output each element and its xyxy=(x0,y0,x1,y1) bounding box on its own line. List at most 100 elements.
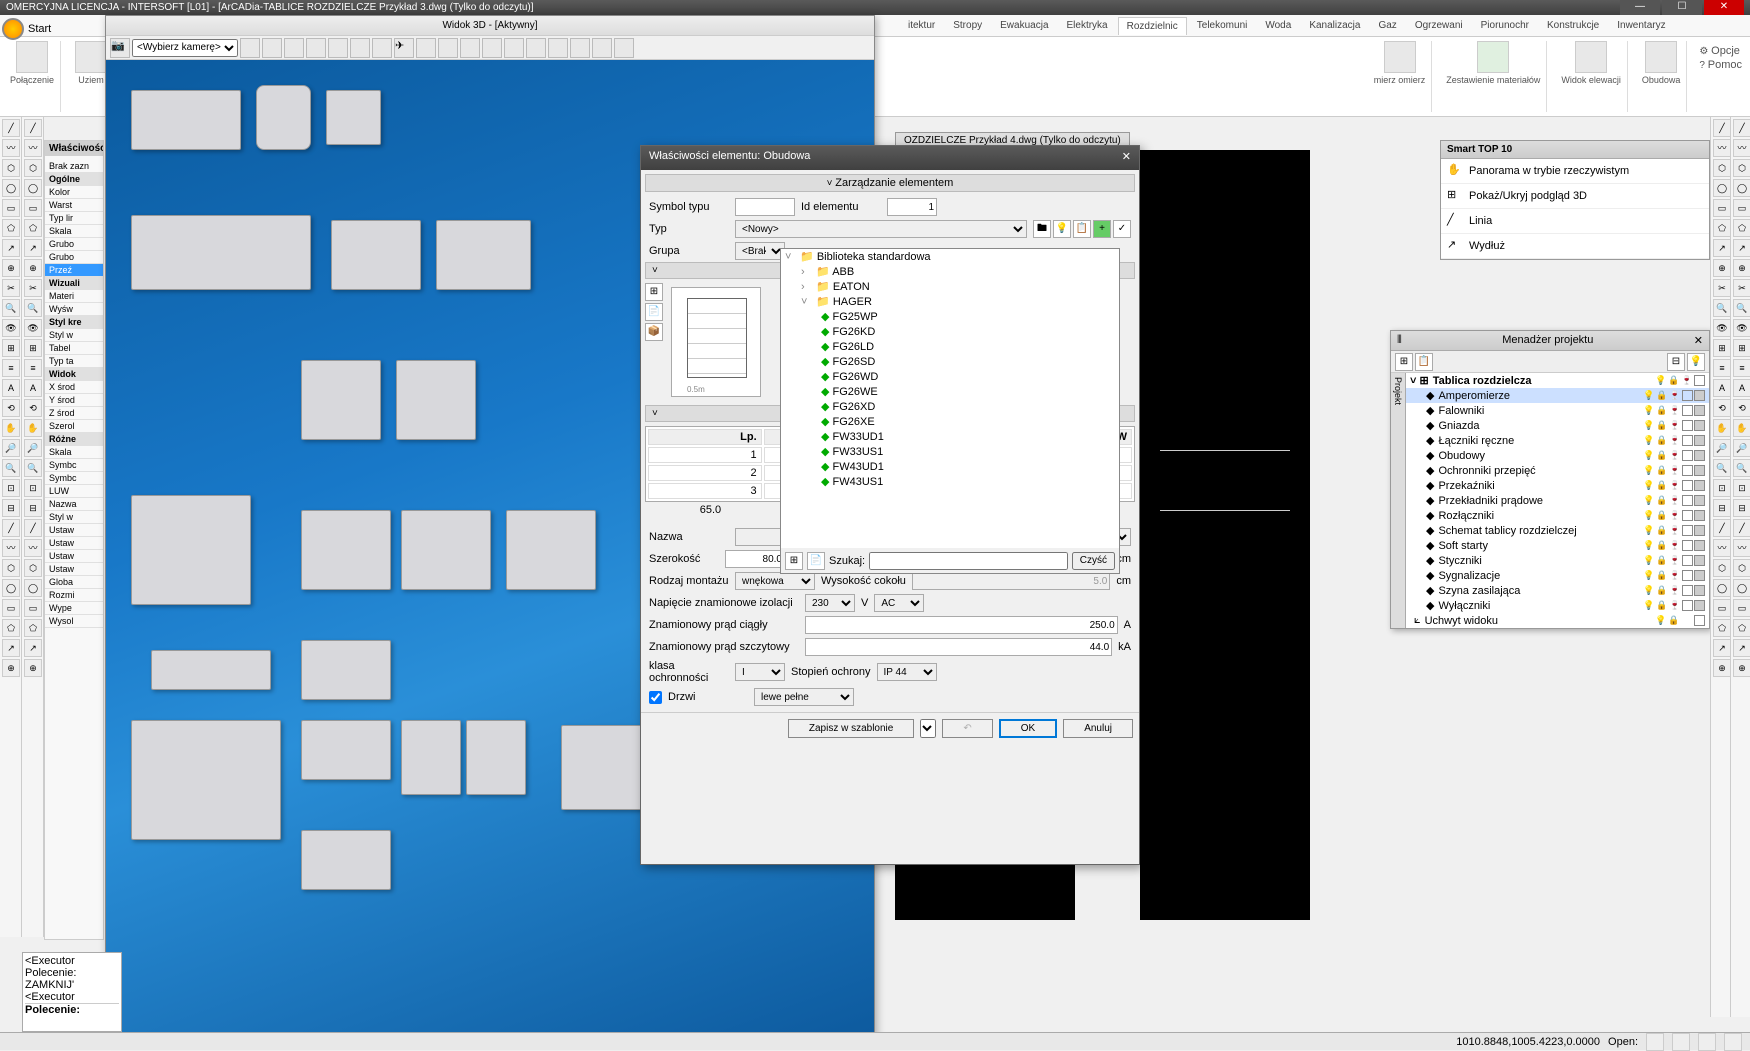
toolbar-tool-icon[interactable]: ╱ xyxy=(1733,119,1750,137)
typ-select[interactable]: <Nowy> xyxy=(735,220,1027,238)
pm-tree-item[interactable]: ◆Przekaźniki💡🔒🍷 xyxy=(1406,478,1709,493)
smart-item[interactable]: ╱Linia xyxy=(1441,209,1709,234)
ribbon-tab[interactable]: itektur xyxy=(900,17,943,34)
view3d-tool-icon[interactable]: ✈ xyxy=(394,38,414,58)
widok-elewacji-icon[interactable] xyxy=(1575,41,1607,73)
tree-item[interactable]: ◆ FG26WD xyxy=(781,369,1119,384)
toolbar-tool-icon[interactable]: 👁 xyxy=(1713,319,1731,337)
toolbar-tool-icon[interactable]: ◯ xyxy=(2,179,20,197)
toolbar-tool-icon[interactable]: ↗ xyxy=(1713,639,1731,657)
drzwi-checkbox[interactable] xyxy=(649,691,662,704)
tree-item[interactable]: ◆ FG25WP xyxy=(781,309,1119,324)
toolbar-tool-icon[interactable]: 〰 xyxy=(2,139,20,157)
toolbar-tool-icon[interactable]: 〰 xyxy=(24,139,42,157)
toolbar-tool-icon[interactable]: ▭ xyxy=(2,599,20,617)
tree-item[interactable]: ◆ FG26LD xyxy=(781,339,1119,354)
pm-tree-item[interactable]: ◆Sygnalizacje💡🔒🍷 xyxy=(1406,568,1709,583)
toolbar-tool-icon[interactable]: ▭ xyxy=(2,199,20,217)
drzwi-select[interactable]: lewe pełne xyxy=(754,688,854,706)
toolbar-tool-icon[interactable]: ⬡ xyxy=(1733,559,1750,577)
toolbar-tool-icon[interactable]: ⬡ xyxy=(24,159,42,177)
toolbar-tool-icon[interactable]: A xyxy=(24,379,42,397)
toolbar-tool-icon[interactable]: ⬠ xyxy=(1733,219,1750,237)
drawing-canvas-2[interactable] xyxy=(1140,150,1310,920)
toolbar-tool-icon[interactable]: 🔍 xyxy=(24,299,42,317)
toolbar-tool-icon[interactable]: ⊞ xyxy=(2,339,20,357)
props-row[interactable]: Ustaw xyxy=(45,550,103,563)
zestawienie-icon[interactable] xyxy=(1477,41,1509,73)
pm-close-icon[interactable]: ✕ xyxy=(1694,334,1703,347)
status-tool-icon[interactable] xyxy=(1698,1033,1716,1051)
toolbar-tool-icon[interactable]: ⟲ xyxy=(1733,399,1750,417)
toolbar-tool-icon[interactable]: ✋ xyxy=(1713,419,1731,437)
pm-tool-icon[interactable]: 📋 xyxy=(1415,353,1433,371)
tree-item[interactable]: ◆ FG26XE xyxy=(781,414,1119,429)
toolbar-tool-icon[interactable]: ⊕ xyxy=(2,259,20,277)
view3d-tool-icon[interactable] xyxy=(328,38,348,58)
ribbon-tab[interactable]: Stropy xyxy=(945,17,990,34)
dialog-section-header[interactable]: ˅ Zarządzanie elementem xyxy=(645,174,1135,192)
view3d-tool-icon[interactable] xyxy=(482,38,502,58)
toolbar-tool-icon[interactable]: ⊕ xyxy=(24,659,42,677)
toolbar-tool-icon[interactable]: ✂ xyxy=(1733,279,1750,297)
toolbar-tool-icon[interactable]: A xyxy=(1733,379,1750,397)
toolbar-tool-icon[interactable]: ✂ xyxy=(24,279,42,297)
toolbar-tool-icon[interactable]: ▭ xyxy=(1733,599,1750,617)
toolbar-tool-icon[interactable]: ⬠ xyxy=(1713,619,1731,637)
pm-tree-item[interactable]: ◆Obudowy💡🔒🍷 xyxy=(1406,448,1709,463)
pm-tree-item[interactable]: ◆Styczniki💡🔒🍷 xyxy=(1406,553,1709,568)
toolbar-tool-icon[interactable]: ▭ xyxy=(24,599,42,617)
toolbar-tool-icon[interactable]: ▭ xyxy=(1713,599,1731,617)
props-row[interactable]: Globa xyxy=(45,576,103,589)
toolbar-tool-icon[interactable]: 🔍 xyxy=(1733,459,1750,477)
toolbar-tool-icon[interactable]: ✋ xyxy=(2,419,20,437)
toolbar-tool-icon[interactable]: ⬡ xyxy=(2,159,20,177)
toolbar-tool-icon[interactable]: 🔍 xyxy=(24,459,42,477)
toolbar-tool-icon[interactable]: 〰 xyxy=(1733,139,1750,157)
library-tree[interactable]: ˅ 📁 Biblioteka standardowa › 📁 ABB › 📁 E… xyxy=(780,248,1120,558)
props-row[interactable]: Ustaw xyxy=(45,537,103,550)
toolbar-tool-icon[interactable]: ⊕ xyxy=(1713,659,1731,677)
toolbar-tool-icon[interactable]: ⊟ xyxy=(1713,499,1731,517)
camera-select[interactable]: <Wybierz kamerę> xyxy=(132,39,238,57)
props-row[interactable]: Kolor xyxy=(45,186,103,199)
toolbar-tool-icon[interactable]: ⬡ xyxy=(2,559,20,577)
status-tool-icon[interactable] xyxy=(1724,1033,1742,1051)
toolbar-tool-icon[interactable]: ↗ xyxy=(24,239,42,257)
pm-uchwyt-row[interactable]: ⟀Uchwyt widoku 💡🔒 xyxy=(1406,613,1709,628)
toolbar-tool-icon[interactable]: ╱ xyxy=(24,519,42,537)
toolbar-tool-icon[interactable]: ◯ xyxy=(1733,179,1750,197)
ribbon-tab[interactable]: Ogrzewani xyxy=(1407,17,1471,34)
tree-item[interactable]: ◆ FG26XD xyxy=(781,399,1119,414)
view3d-tool-icon[interactable] xyxy=(614,38,634,58)
pm-tree-item[interactable]: ◆Wyłączniki💡🔒🍷 xyxy=(1406,598,1709,613)
props-row[interactable]: Ustaw xyxy=(45,563,103,576)
toolbar-tool-icon[interactable]: ╱ xyxy=(2,119,20,137)
tree-root[interactable]: ˅ 📁 Biblioteka standardowa xyxy=(781,249,1119,264)
toolbar-tool-icon[interactable]: ✂ xyxy=(1713,279,1731,297)
props-row-selected[interactable]: Przeź xyxy=(45,264,103,277)
ribbon-tab[interactable]: Konstrukcje xyxy=(1539,17,1607,34)
search-tool-icon[interactable]: ⊞ xyxy=(785,552,803,570)
pomoc-link[interactable]: ? Pomoc xyxy=(1699,59,1742,71)
toolbar-tool-icon[interactable]: ⬠ xyxy=(24,219,42,237)
view3d-tool-icon[interactable] xyxy=(504,38,524,58)
ribbon-tab[interactable]: Rozdzielnic xyxy=(1118,17,1187,35)
props-row[interactable]: Skala xyxy=(45,225,103,238)
props-row[interactable]: Styl w xyxy=(45,329,103,342)
toolbar-tool-icon[interactable]: ≡ xyxy=(1713,359,1731,377)
pm-tree-item[interactable]: ◆Soft starty💡🔒🍷 xyxy=(1406,538,1709,553)
uziem-icon[interactable] xyxy=(75,41,107,73)
status-tool-icon[interactable] xyxy=(1646,1033,1664,1051)
cokol-input[interactable] xyxy=(912,572,1110,590)
tree-item[interactable]: ◆ FG26KD xyxy=(781,324,1119,339)
opcje-link[interactable]: ⚙ Opcje xyxy=(1699,45,1742,57)
toolbar-tool-icon[interactable]: 🔎 xyxy=(2,439,20,457)
toolbar-tool-icon[interactable]: ⬡ xyxy=(24,559,42,577)
toolbar-tool-icon[interactable]: 〰 xyxy=(2,539,20,557)
stopien-select[interactable]: IP 44 xyxy=(877,663,937,681)
toolbar-tool-icon[interactable]: ↗ xyxy=(1733,239,1750,257)
pm-tree-item[interactable]: ◆Łączniki ręczne💡🔒🍷 xyxy=(1406,433,1709,448)
props-row[interactable]: Ustaw xyxy=(45,524,103,537)
props-row[interactable]: Rozmi xyxy=(45,589,103,602)
